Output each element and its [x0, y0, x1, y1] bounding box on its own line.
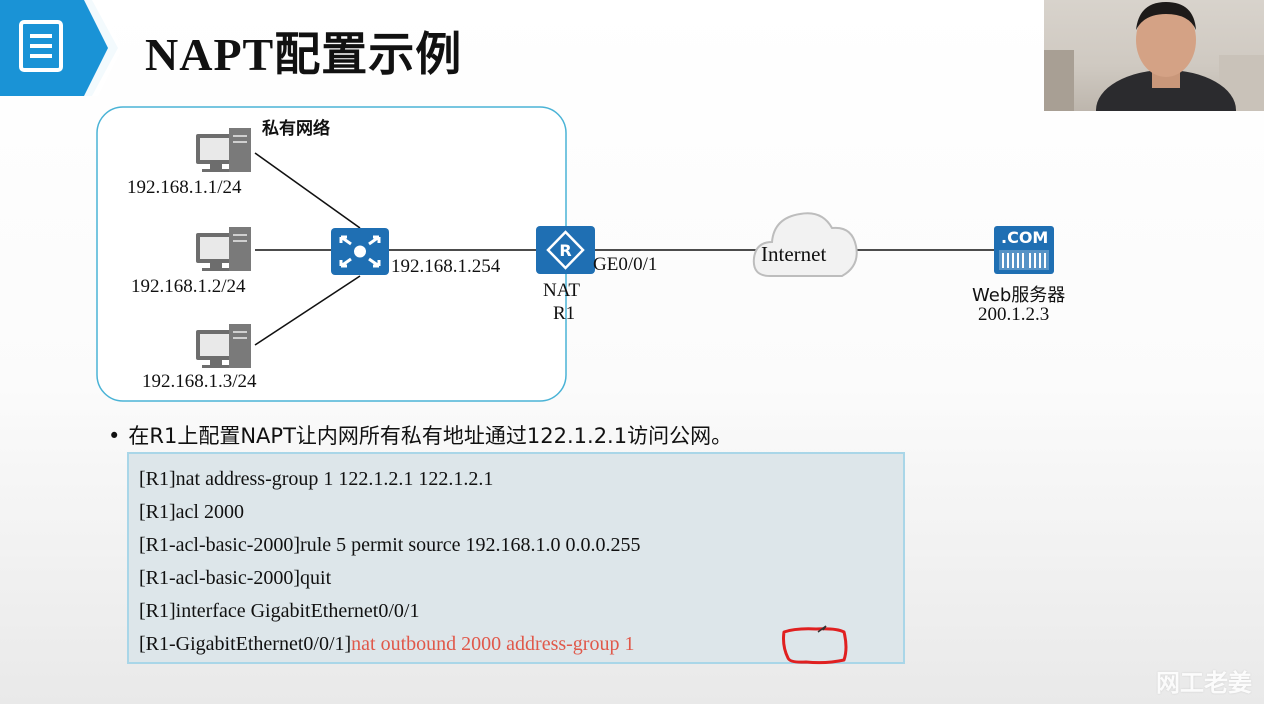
switch-icon	[331, 228, 389, 275]
code-line-last: [R1-GigabitEthernet0/0/1]nat outbound 20…	[139, 633, 634, 656]
network-diagram: R	[96, 106, 1054, 402]
bullet-dot: •	[108, 424, 121, 448]
host-2-ip: 192.168.1.2/24	[131, 276, 246, 297]
code-line: [R1-acl-basic-2000]rule 5 permit source …	[139, 534, 641, 556]
bullet-text: 在R1上配置NAPT让内网所有私有地址通过122.1.2.1访问公网。	[128, 424, 733, 448]
svg-text:R: R	[559, 241, 571, 260]
watermark: 网工老姜	[1156, 669, 1252, 697]
router-inside-ip: 192.168.1.254	[391, 256, 501, 277]
router-icon: R	[536, 226, 595, 274]
router-label-nat: NAT	[543, 280, 580, 301]
router-outside-interface: GE0/0/1	[593, 254, 658, 275]
router-label-r1: R1	[553, 303, 576, 324]
server-ip: 200.1.2.3	[978, 304, 1050, 325]
code-line: [R1]acl 2000	[139, 501, 244, 523]
annotation-scribble	[782, 625, 848, 665]
host-1-ip: 192.168.1.1/24	[127, 177, 242, 198]
code-line: [R1-acl-basic-2000]quit	[139, 567, 332, 589]
private-network-label: 私有网络	[262, 119, 330, 139]
code-highlight: nat outbound 2000 address-group 1	[351, 633, 635, 655]
code-line: [R1]interface GigabitEthernet0/0/1	[139, 600, 420, 622]
bullet-item: • 在R1上配置NAPT让内网所有私有地址通过122.1.2.1访问公网。	[108, 420, 732, 450]
host-3-ip: 192.168.1.3/24	[142, 371, 257, 392]
code-prefix: [R1-GigabitEthernet0/0/1]	[139, 633, 352, 655]
cloud-label: Internet	[761, 242, 827, 266]
code-line: [R1]nat address-group 1 122.1.2.1 122.1.…	[139, 468, 494, 490]
server-badge: .COM	[1001, 228, 1049, 247]
